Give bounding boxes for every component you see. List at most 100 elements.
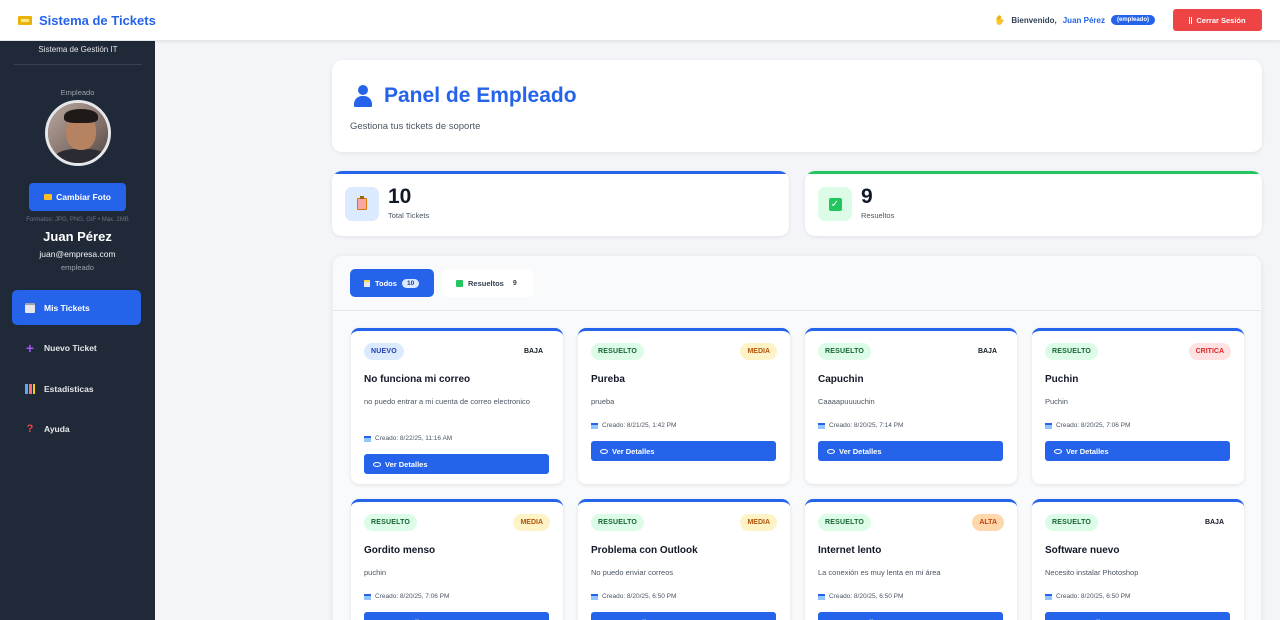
filter-tabs: Todos 10 Resueltos 9 [350, 269, 533, 297]
sidebar-item-nuevo-ticket[interactable]: + Nuevo Ticket [12, 331, 141, 366]
stat-card-total: 10 Total Tickets [332, 171, 789, 236]
eye-icon [827, 448, 835, 454]
priority-badge: ALTA [972, 514, 1004, 531]
tab-todos[interactable]: Todos 10 [350, 269, 434, 297]
priority-badge: MEDIA [513, 514, 550, 531]
ticket-description: No puedo enviar correos [591, 568, 674, 577]
view-details-button[interactable]: Ver Detalles [1045, 441, 1230, 461]
top-navbar: Sistema de Tickets ✋ Bienvenido, Juan Pé… [0, 0, 1280, 41]
brand[interactable]: Sistema de Tickets [18, 13, 156, 28]
stat-card-resolved: ✓ 9 Resueltos [805, 171, 1262, 236]
ticket-title: Internet lento [818, 545, 882, 556]
ticket-card[interactable]: RESUELTO ALTA Internet lento La conexión es… [805, 499, 1017, 620]
logout-button[interactable]: Cerrar Sesión [1173, 9, 1262, 31]
status-badge: RESUELTO [818, 343, 872, 360]
status-badge: NUEVO [364, 343, 404, 360]
priority-badge: MEDIA [740, 343, 777, 360]
ticket-title: Software nuevo [1045, 545, 1120, 556]
sidebar-item-ayuda[interactable]: ? Ayuda [12, 412, 141, 447]
ticket-description: La conexión es muy lenta en mi área [818, 568, 941, 577]
ticket-description: Puchin [1045, 397, 1068, 406]
view-details-button[interactable]: Ver Detalles [591, 612, 776, 620]
tab-label: Resueltos [468, 278, 504, 288]
status-badge: RESUELTO [591, 343, 645, 360]
tab-resueltos[interactable]: Resueltos 9 [442, 269, 533, 297]
change-photo-button[interactable]: Cambiar Foto [29, 183, 126, 211]
ticket-description: Caaaapuuuuchin [818, 397, 875, 406]
status-badge: RESUELTO [1045, 514, 1099, 531]
view-details-button[interactable]: Ver Detalles [818, 612, 1003, 620]
ticket-card[interactable]: RESUELTO BAJA Capuchin Caaaapuuuuchin Creado… [805, 328, 1017, 484]
view-details-label: Ver Detalles [839, 446, 882, 456]
sidebar-item-mis-tickets[interactable]: Mis Tickets [12, 290, 141, 325]
ticket-date: Creado: 8/20/25, 6:50 PM [1045, 593, 1130, 600]
view-details-label: Ver Detalles [612, 446, 655, 456]
ticket-date: Creado: 8/20/25, 6:50 PM [591, 593, 676, 600]
profile-name: Juan Pérez [43, 229, 112, 244]
view-details-button[interactable]: Ver Detalles [818, 441, 1003, 461]
clipboard-icon [364, 279, 370, 287]
status-badge: RESUELTO [591, 514, 645, 531]
ticket-date-text: Creado: 8/20/25, 6:50 PM [1056, 593, 1131, 600]
priority-badge: BAJA [523, 348, 543, 355]
sidebar-subtitle: Sistema de Gestión IT [14, 45, 142, 65]
clipboard-icon [345, 187, 379, 221]
profile-role: empleado [61, 263, 94, 272]
ticket-date: Creado: 8/20/25, 7:06 PM [1045, 422, 1130, 429]
ticket-title: No funciona mi correo [364, 374, 471, 385]
ticket-description: puchin [364, 568, 387, 577]
view-details-button[interactable]: Ver Detalles [364, 612, 549, 620]
sidebar-item-estadisticas[interactable]: Estadísticas [12, 371, 141, 406]
ticket-date-text: Creado: 8/20/25, 6:50 PM [602, 593, 677, 600]
ticket-card[interactable]: NUEVO BAJA No funciona mi correo no puedo e… [351, 328, 563, 484]
ticket-card[interactable]: RESUELTO MEDIA Problema con Outlook No pued… [578, 499, 790, 620]
priority-badge: MEDIA [740, 514, 777, 531]
view-details-button[interactable]: Ver Detalles [591, 441, 776, 461]
view-details-button[interactable]: Ver Detalles [1045, 612, 1230, 620]
sidebar-item-label: Nuevo Ticket [44, 343, 97, 353]
clipboard-icon [25, 302, 35, 313]
change-photo-label: Cambiar Foto [56, 192, 111, 202]
user-icon [354, 85, 372, 107]
ticket-description: prueba [591, 397, 615, 406]
ticket-date-text: Creado: 8/20/25, 6:50 PM [829, 593, 904, 600]
page-subtitle: Gestiona tus tickets de soporte [350, 121, 481, 132]
view-details-button[interactable]: Ver Detalles [364, 454, 549, 474]
sidebar: Sistema de Gestión IT Empleado Cambiar F… [0, 41, 155, 620]
page-heading: Panel de Empleado [354, 84, 577, 108]
ticket-card[interactable]: RESUELTO BAJA Software nuevo Necesito insta… [1032, 499, 1244, 620]
ticket-date: Creado: 8/20/25, 6:50 PM [818, 593, 903, 600]
ticket-date-text: Creado: 8/20/25, 7:06 PM [1056, 422, 1131, 429]
calendar-icon [364, 593, 371, 600]
page-header-card: Panel de Empleado Gestiona tus tickets d… [332, 60, 1262, 152]
ticket-date-text: Creado: 8/20/25, 7:14 PM [829, 422, 904, 429]
ticket-description: Necesito instalar Photoshop [1045, 568, 1139, 577]
username: Juan Pérez [1062, 15, 1105, 25]
ticket-card[interactable]: RESUELTO CRITICA Puchin Puchin Creado: 8/20/… [1032, 328, 1244, 484]
ticket-title: Capuchin [818, 374, 864, 385]
ticket-date: Creado: 8/20/25, 7:06 PM [364, 593, 449, 600]
ticket-card[interactable]: RESUELTO MEDIA Pureba prueba Creado: 8/21/25… [578, 328, 790, 484]
ticket-title: Pureba [591, 374, 625, 385]
logout-icon [1189, 16, 1193, 24]
ticket-date-text: Creado: 8/22/25, 11:16 AM [375, 435, 453, 442]
ticket-title: Problema con Outlook [591, 545, 698, 556]
stat-value: 10 [388, 185, 412, 208]
tab-count: 10 [401, 278, 420, 288]
divider [333, 310, 1261, 311]
calendar-icon [1045, 422, 1052, 429]
eye-icon [373, 461, 381, 467]
calendar-icon [818, 593, 825, 600]
avatar[interactable] [44, 100, 111, 166]
status-badge: RESUELTO [364, 514, 418, 531]
ticket-date: Creado: 8/20/25, 7:14 PM [818, 422, 903, 429]
priority-badge: BAJA [977, 348, 997, 355]
check-icon [456, 279, 463, 287]
camera-icon [44, 194, 53, 200]
ticket-date: Creado: 8/21/25, 1:42 PM [591, 422, 676, 429]
ticket-card[interactable]: RESUELTO MEDIA Gordito menso puchin Creado: … [351, 499, 563, 620]
sidebar-item-label: Ayuda [44, 424, 70, 434]
view-details-label: Ver Detalles [1066, 446, 1109, 456]
page-title: Panel de Empleado [384, 84, 577, 107]
sidebar-item-label: Estadísticas [44, 383, 94, 394]
